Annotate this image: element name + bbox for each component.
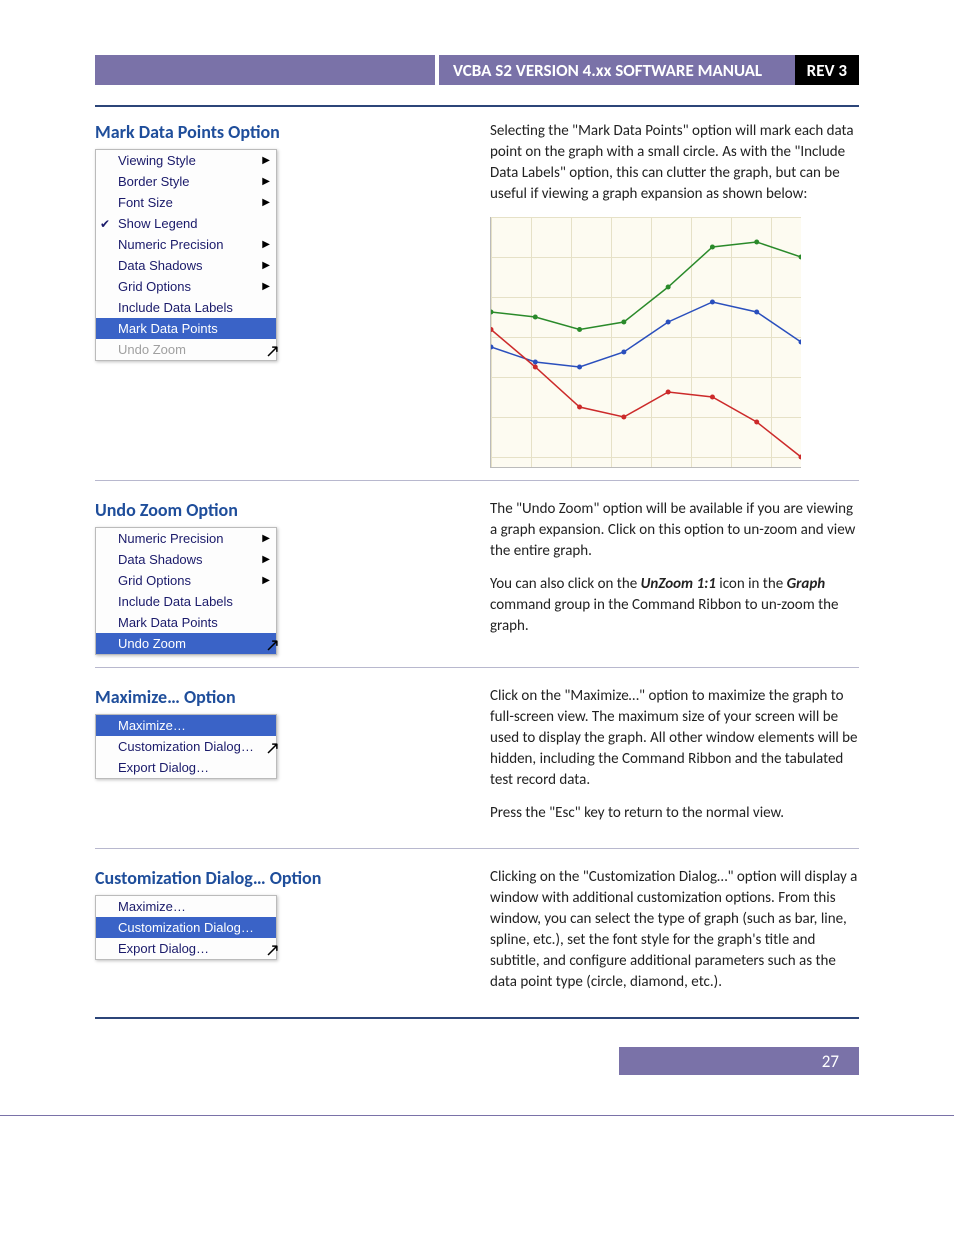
body-text: Click on the "Maximize…" option to maxim… xyxy=(490,686,859,791)
section-title-mark: Mark Data Points Option xyxy=(95,121,465,143)
submenu-arrow-icon: ▶ xyxy=(262,260,270,271)
menu-item-mark-data-points[interactable]: Mark Data Points xyxy=(96,318,276,339)
cursor-icon: ↖ xyxy=(265,341,280,362)
chart-lines xyxy=(491,217,801,467)
menu-item-numeric-precision[interactable]: Numeric Precision▶ xyxy=(96,234,276,255)
header-rule xyxy=(95,105,859,107)
example-chart xyxy=(490,217,801,468)
menu-item-include-data-labels[interactable]: Include Data Labels xyxy=(96,297,276,318)
body-text: Press the "Esc" key to return to the nor… xyxy=(490,803,859,824)
graph-group-ref: Graph xyxy=(787,575,826,593)
menu-item-grid-options[interactable]: Grid Options▶ xyxy=(96,276,276,297)
menu-item-maximize[interactable]: Maximize… xyxy=(96,715,276,736)
menu-item-numeric-precision[interactable]: Numeric Precision▶ xyxy=(96,528,276,549)
header-accent xyxy=(95,55,435,85)
document-title: VCBA S2 VERSION 4.xx SOFTWARE MANUAL xyxy=(435,55,795,85)
submenu-arrow-icon: ▶ xyxy=(262,197,270,208)
body-text: Selecting the "Mark Data Points" option … xyxy=(490,121,859,205)
page-number: 27 xyxy=(822,1051,839,1072)
context-menu-customization[interactable]: Maximize… Customization Dialog… Export D… xyxy=(95,895,277,960)
menu-item-data-shadows[interactable]: Data Shadows▶ xyxy=(96,549,276,570)
menu-item-viewing-style[interactable]: Viewing Style▶ xyxy=(96,150,276,171)
menu-item-show-legend[interactable]: ✔Show Legend xyxy=(96,213,276,234)
body-text: The "Undo Zoom" option will be available… xyxy=(490,499,859,562)
submenu-arrow-icon: ▶ xyxy=(262,533,270,544)
submenu-arrow-icon: ▶ xyxy=(262,554,270,565)
menu-item-customization-dialog[interactable]: Customization Dialog… xyxy=(96,917,276,938)
menu-item-export-dialog[interactable]: Export Dialog…↖ xyxy=(96,938,276,959)
submenu-arrow-icon: ▶ xyxy=(262,281,270,292)
submenu-arrow-icon: ▶ xyxy=(262,176,270,187)
menu-item-border-style[interactable]: Border Style▶ xyxy=(96,171,276,192)
menu-item-undo-zoom[interactable]: Undo Zoom↖ xyxy=(96,633,276,654)
cursor-icon: ↖ xyxy=(265,738,280,759)
context-menu-mark[interactable]: Viewing Style▶ Border Style▶ Font Size▶ … xyxy=(95,149,277,361)
document-revision: REV 3 xyxy=(795,55,859,85)
checkmark-icon: ✔ xyxy=(100,217,110,231)
document-header: VCBA S2 VERSION 4.xx SOFTWARE MANUAL REV… xyxy=(95,55,859,85)
menu-item-undo-zoom: Undo Zoom↖ xyxy=(96,339,276,360)
submenu-arrow-icon: ▶ xyxy=(262,239,270,250)
body-text: You can also click on the UnZoom 1:1 ico… xyxy=(490,574,859,637)
section-title-customization: Customization Dialog… Option xyxy=(95,867,465,889)
context-menu-undo[interactable]: Numeric Precision▶ Data Shadows▶ Grid Op… xyxy=(95,527,277,655)
cursor-icon: ↖ xyxy=(265,635,280,656)
submenu-arrow-icon: ▶ xyxy=(262,155,270,166)
section-title-undo: Undo Zoom Option xyxy=(95,499,465,521)
menu-item-font-size[interactable]: Font Size▶ xyxy=(96,192,276,213)
menu-item-data-shadows[interactable]: Data Shadows▶ xyxy=(96,255,276,276)
menu-item-include-data-labels[interactable]: Include Data Labels xyxy=(96,591,276,612)
body-text: Clicking on the "Customization Dialog…" … xyxy=(490,867,859,993)
menu-item-maximize[interactable]: Maximize… xyxy=(96,896,276,917)
section-title-maximize: Maximize… Option xyxy=(95,686,465,708)
context-menu-maximize[interactable]: Maximize… Customization Dialog…↖ Export … xyxy=(95,714,277,779)
submenu-arrow-icon: ▶ xyxy=(262,575,270,586)
menu-item-export-dialog[interactable]: Export Dialog… xyxy=(96,757,276,778)
cursor-icon: ↖ xyxy=(265,940,280,961)
menu-item-mark-data-points[interactable]: Mark Data Points xyxy=(96,612,276,633)
unzoom-icon-ref: UnZoom 1:1 xyxy=(641,575,716,593)
menu-item-customization-dialog[interactable]: Customization Dialog…↖ xyxy=(96,736,276,757)
menu-item-grid-options[interactable]: Grid Options▶ xyxy=(96,570,276,591)
document-footer: 27 xyxy=(95,1047,859,1075)
